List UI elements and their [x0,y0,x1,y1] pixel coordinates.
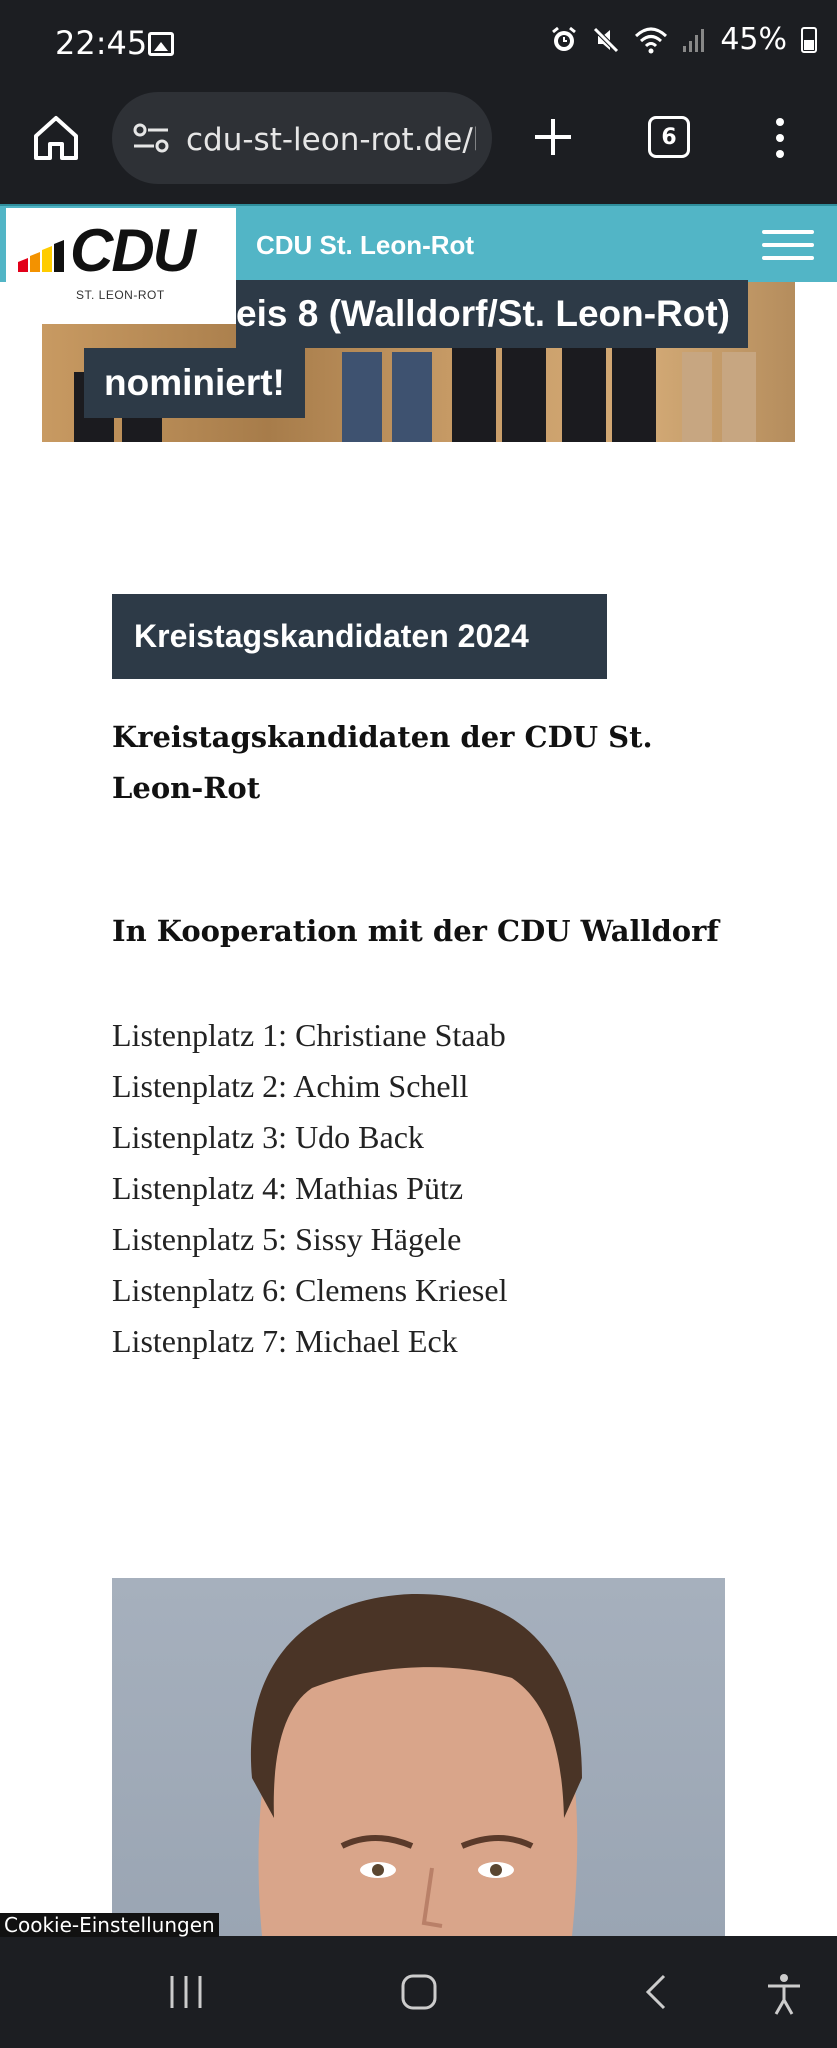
battery-icon [801,26,817,53]
candidate-portrait [112,1578,725,1936]
mute-icon [593,26,620,53]
list-item: Listenplatz 3: Udo Back [112,1119,424,1155]
list-item: Listenplatz 1: Christiane Staab [112,1017,506,1053]
status-bar: 22:45 45% [0,0,837,88]
hero-headline-line2: nominiert! [84,348,305,418]
address-bar[interactable]: cdu-st-leon-rot.de/k [112,92,492,184]
recent-apps-icon[interactable] [168,1972,204,2012]
list-item: Listenplatz 2: Achim Schell [112,1068,469,1104]
list-item: Listenplatz 5: Sissy Hägele [112,1221,462,1257]
logo-subtext: ST. LEON-ROT [76,288,165,302]
candidate-list: Listenplatz 1: Christiane Staab Listenpl… [112,1010,507,1367]
cookie-settings-link[interactable]: Cookie-Einstellungen [0,1913,219,1937]
site-settings-icon[interactable] [132,122,172,154]
wifi-icon [635,27,668,53]
browser-toolbar: cdu-st-leon-rot.de/k 6 [0,88,837,204]
home-icon[interactable] [28,110,84,166]
battery-percent: 45% [720,22,787,57]
url-text[interactable]: cdu-st-leon-rot.de/k [186,122,476,158]
list-item: Listenplatz 4: Mathias Pütz [112,1170,464,1206]
signal-icon [683,28,705,52]
section-label: Kreistagskandidaten 2024 [112,594,607,679]
image-icon [148,32,174,56]
logo-bars-icon [18,240,64,272]
tab-switcher-button[interactable]: 6 [648,116,690,158]
page-headline: Kreistagskandidaten der CDU St. Leon-Rot [112,720,653,805]
hero-headline-line1: eis 8 (Walldorf/St. Leon-Rot) [236,280,749,348]
site-title[interactable]: CDU St. Leon-Rot [256,230,474,261]
back-icon[interactable] [640,1972,670,2012]
list-item: Listenplatz 6: Clemens Kriesel [112,1272,508,1308]
home-nav-icon[interactable] [400,1972,438,2012]
list-item: Listenplatz 7: Michael Eck [112,1323,458,1359]
hamburger-menu-icon[interactable] [762,230,814,260]
cooperation-subheading: In Kooperation mit der CDU Walldorf [112,914,719,948]
accessibility-icon[interactable] [764,1972,804,2016]
alarm-icon [552,26,577,51]
portrait-illustration [250,1593,582,1936]
status-time: 22:45 [55,24,148,62]
more-menu-icon[interactable] [770,116,790,160]
site-logo[interactable]: CDU ST. LEON-ROT [6,208,236,324]
new-tab-icon[interactable] [532,116,574,158]
system-nav-bar [0,1936,837,2048]
logo-text: CDU [70,217,196,284]
